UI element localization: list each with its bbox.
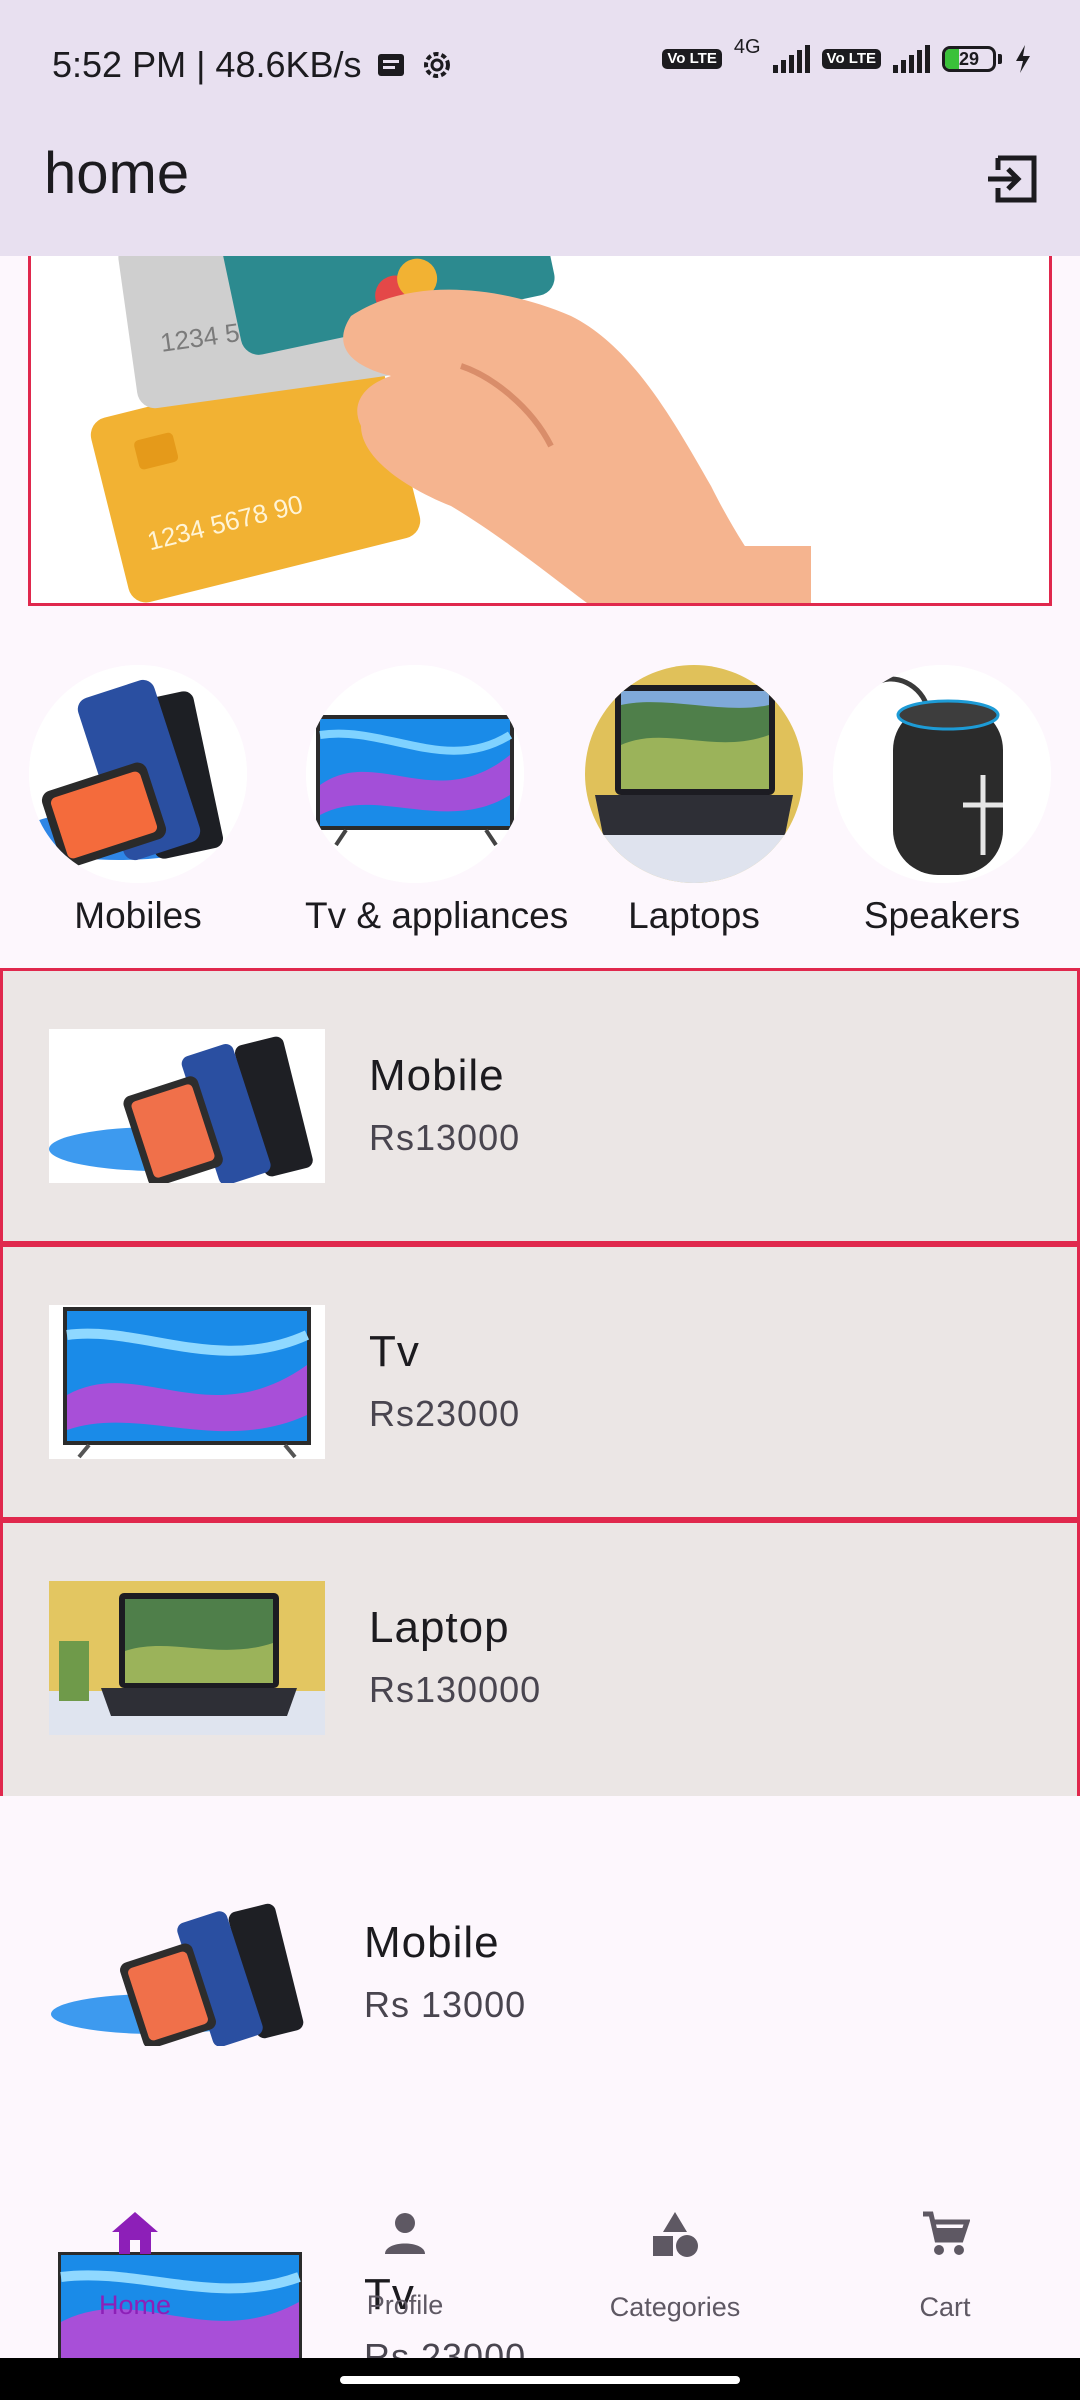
status-time-speed: 5:52 PM | 48.6KB/s <box>52 44 362 85</box>
volte-icon-2: Vo LTE <box>821 49 881 69</box>
category-label: Laptops <box>628 895 760 936</box>
nav-label: Categories <box>609 2292 741 2322</box>
category-tv-appliances[interactable]: Tv & appliances <box>305 665 569 937</box>
charging-bolt-icon <box>1016 45 1030 73</box>
category-laptops-image <box>585 665 803 883</box>
product-price: Rs23000 <box>369 1393 521 1434</box>
promo-banner[interactable]: 1234 5678 90 1234 567 890 <box>28 256 1052 606</box>
category-tv-image <box>306 665 524 883</box>
battery-level: 29 <box>958 49 980 69</box>
network-type: 4G <box>733 35 761 58</box>
product-row-laptop[interactable]: Laptop Rs130000 <box>0 1520 1080 1796</box>
gesture-bar <box>0 2358 1080 2400</box>
signal-icon-2 <box>893 45 930 73</box>
product-row-tv[interactable]: Tv Rs23000 <box>0 1244 1080 1520</box>
home-indicator[interactable] <box>340 2376 740 2384</box>
shapes-icon <box>653 2212 698 2257</box>
status-bar-left: 5:52 PM | 48.6KB/s <box>52 44 454 86</box>
product-row-mobile[interactable]: Mobile Rs13000 <box>0 968 1080 1244</box>
product-thumbnail-mobile-2 <box>46 1896 316 2046</box>
person-icon <box>385 2213 425 2254</box>
nav-cart[interactable]: Cart <box>845 2210 1045 2323</box>
status-bar-right: Vo LTE 4G Vo LTE 29 <box>662 36 1032 74</box>
product-price: Rs 13000 <box>364 1984 527 2025</box>
page-title: home <box>44 141 190 206</box>
banner-cards-hand-image: 1234 5678 90 1234 567 890 <box>31 256 1049 603</box>
nav-label: Cart <box>919 2292 971 2322</box>
product-price: Rs130000 <box>369 1669 542 1710</box>
product-name: Mobile <box>369 1051 505 1100</box>
battery-icon: 29 <box>942 46 1002 72</box>
product-thumbnail-mobile <box>49 1029 325 1183</box>
nav-label: Home <box>98 2290 172 2320</box>
category-label: Mobiles <box>74 895 202 936</box>
category-label: Speakers <box>863 895 1021 936</box>
product-thumbnail-laptop <box>49 1581 325 1735</box>
category-mobiles[interactable]: Mobiles <box>28 665 248 937</box>
category-speakers-image <box>833 665 1051 883</box>
product-thumbnail-tv <box>49 1305 325 1459</box>
product-name: Tv <box>369 1327 420 1376</box>
product-price: Rs13000 <box>369 1117 521 1158</box>
nav-categories[interactable]: Categories <box>575 2210 775 2323</box>
category-laptops[interactable]: Laptops <box>584 665 804 937</box>
settings-gear-icon <box>423 52 450 78</box>
nav-profile[interactable]: Profile <box>305 2210 505 2321</box>
category-label: Tv & appliances <box>305 895 569 936</box>
nav-label: Profile <box>366 2290 444 2320</box>
message-icon <box>377 54 404 76</box>
category-speakers[interactable]: Speakers <box>832 665 1052 937</box>
logout-icon[interactable] <box>984 150 1042 208</box>
cart-icon <box>923 2211 970 2255</box>
volte-icon: Vo LTE <box>662 49 722 69</box>
app-bar: 5:52 PM | 48.6KB/s Vo LTE 4G Vo LTE 29 h… <box>0 0 1080 256</box>
nav-home[interactable]: Home <box>35 2210 235 2321</box>
product-name[interactable]: Mobile <box>364 1918 500 1968</box>
bottom-navigation: Home Profile Categories Cart <box>0 2170 1080 2360</box>
category-mobiles-image <box>29 665 247 883</box>
product-name: Laptop <box>369 1603 510 1652</box>
signal-icon <box>772 45 810 73</box>
home-icon <box>112 2212 158 2254</box>
